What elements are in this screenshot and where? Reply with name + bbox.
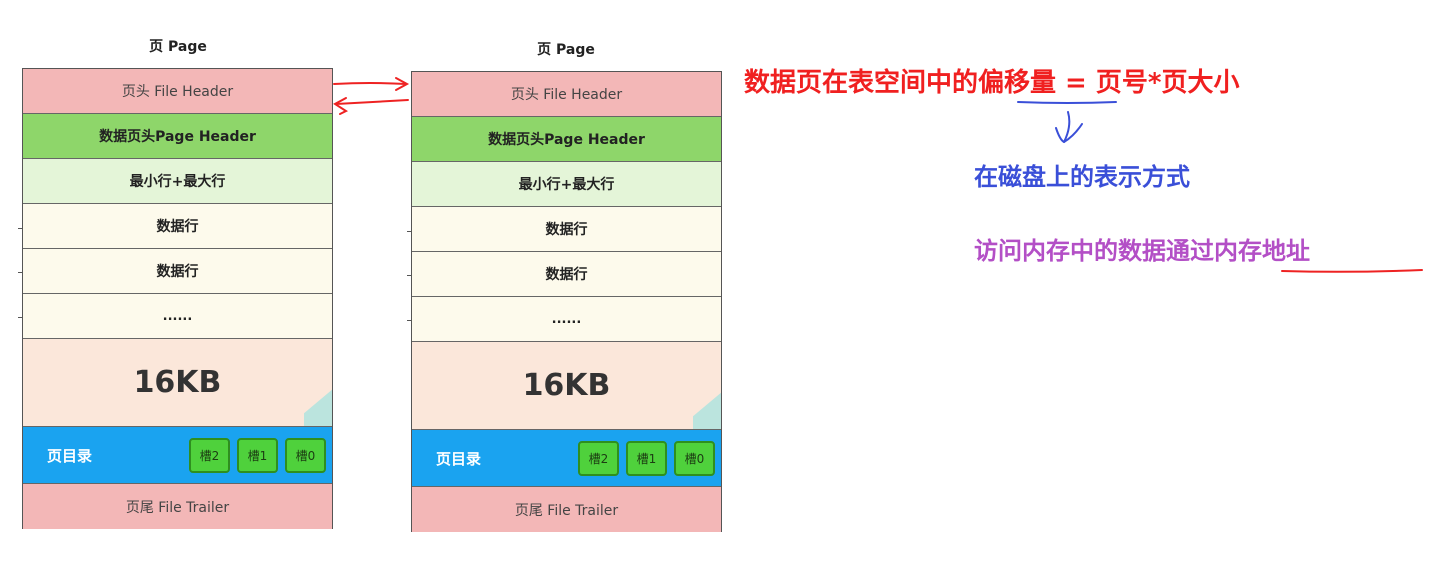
- prev-arrowhead: [333, 97, 349, 115]
- next-page-arrow: [333, 82, 407, 85]
- address-underline: [1281, 269, 1423, 273]
- page-link-arrows: [333, 77, 410, 115]
- down-arrow: [1063, 111, 1071, 143]
- prev-page-arrow: [335, 99, 409, 105]
- hand-drawn-annotations: [333, 77, 1423, 273]
- offset-underline: [1017, 101, 1117, 144]
